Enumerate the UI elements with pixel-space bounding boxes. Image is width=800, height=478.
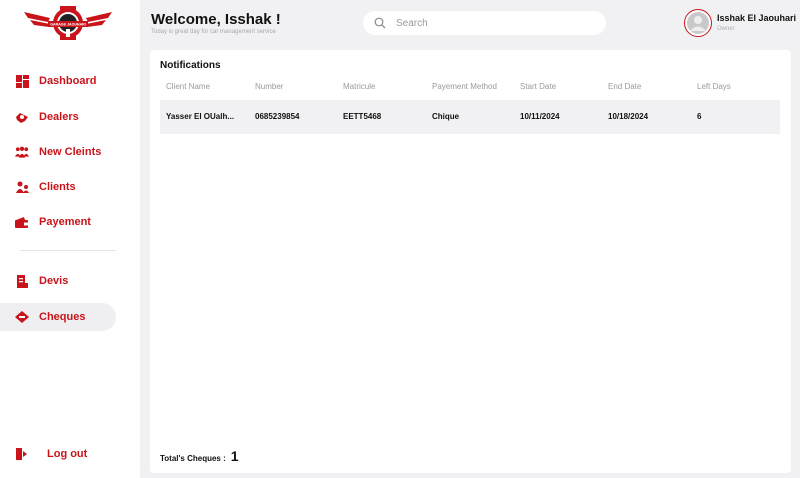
cell-start-date: 10/11/2024	[520, 112, 560, 121]
payment-icon	[15, 215, 29, 229]
logout-button[interactable]: Log out	[0, 440, 116, 468]
logout-icon	[15, 447, 29, 461]
column-header-payement-method: Payement Method	[432, 82, 497, 91]
clients-icon	[15, 180, 29, 194]
sidebar-item-label: Payement	[39, 216, 91, 228]
sidebar-item-label: Clients	[39, 181, 76, 193]
cell-left-days: 6	[697, 112, 702, 121]
dealers-icon	[15, 110, 29, 124]
devis-icon	[15, 274, 29, 288]
user-name: Isshak El Jaouhari	[717, 13, 797, 23]
column-header-client-name: Client Name	[166, 82, 211, 91]
sidebar: GARAGE JAOUHARI Dashboard Dealers New Cl…	[0, 0, 140, 478]
garage-logo[interactable]: GARAGE JAOUHARI	[20, 4, 116, 42]
total-cheques-count: 1	[230, 448, 239, 464]
search-input[interactable]	[396, 17, 586, 29]
sidebar-item-devis[interactable]: Devis	[0, 267, 116, 295]
table-row[interactable]: Yasser El OUalh... 0685239854 EETT5468 C…	[160, 100, 780, 134]
cell-end-date: 10/18/2024	[608, 112, 649, 121]
new-clients-icon	[15, 145, 29, 159]
sidebar-item-payement[interactable]: Payement	[0, 208, 116, 236]
sidebar-item-label: Cheques	[39, 311, 86, 323]
sidebar-item-clients[interactable]: Clients	[0, 173, 116, 201]
sidebar-item-label: New Cleints	[39, 146, 102, 158]
sidebar-divider	[20, 250, 116, 251]
table-header: Client Name Number Matricule Payement Me…	[160, 82, 780, 96]
sidebar-item-cheques[interactable]: Cheques	[0, 303, 116, 331]
search-icon	[374, 17, 386, 29]
sidebar-item-label: Dealers	[39, 111, 79, 123]
cheques-icon	[15, 310, 29, 324]
logout-label: Log out	[47, 448, 88, 460]
sidebar-item-label: Dashboard	[39, 75, 97, 87]
avatar[interactable]	[684, 9, 712, 37]
sidebar-item-new-clients[interactable]: New Cleints	[0, 138, 116, 166]
sidebar-item-dashboard[interactable]: Dashboard	[0, 67, 116, 95]
total-cheques-label: Total's Cheques :	[160, 454, 226, 463]
search-bar[interactable]	[363, 11, 606, 35]
total-cheques: Total's Cheques : 1	[160, 448, 239, 464]
logo-icon: GARAGE JAOUHARI	[24, 6, 112, 40]
column-header-left-days: Left Days	[697, 82, 731, 91]
cell-payement-method: Chique	[432, 112, 460, 121]
cell-number: 0685239854	[255, 112, 300, 121]
user-role: Owner	[717, 26, 735, 32]
notifications-card: Notifications Client Name Number Matricu…	[150, 50, 791, 473]
sidebar-item-dealers[interactable]: Dealers	[0, 103, 116, 131]
column-header-start-date: Start Date	[520, 82, 557, 91]
user-avatar-icon	[687, 12, 709, 34]
page-subtitle: Today is great day for car management se…	[151, 29, 276, 35]
notifications-title: Notifications	[160, 60, 221, 71]
column-header-matricule: Matricule	[343, 82, 376, 91]
cell-client-name: Yasser El OUalh...	[166, 112, 235, 121]
column-header-end-date: End Date	[608, 82, 642, 91]
page-title: Welcome, Isshak !	[151, 11, 281, 28]
sidebar-item-label: Devis	[39, 275, 69, 287]
svg-text:GARAGE JAOUHARI: GARAGE JAOUHARI	[50, 23, 86, 27]
dashboard-icon	[15, 74, 29, 88]
cell-matricule: EETT5468	[343, 112, 382, 121]
column-header-number: Number	[255, 82, 284, 91]
